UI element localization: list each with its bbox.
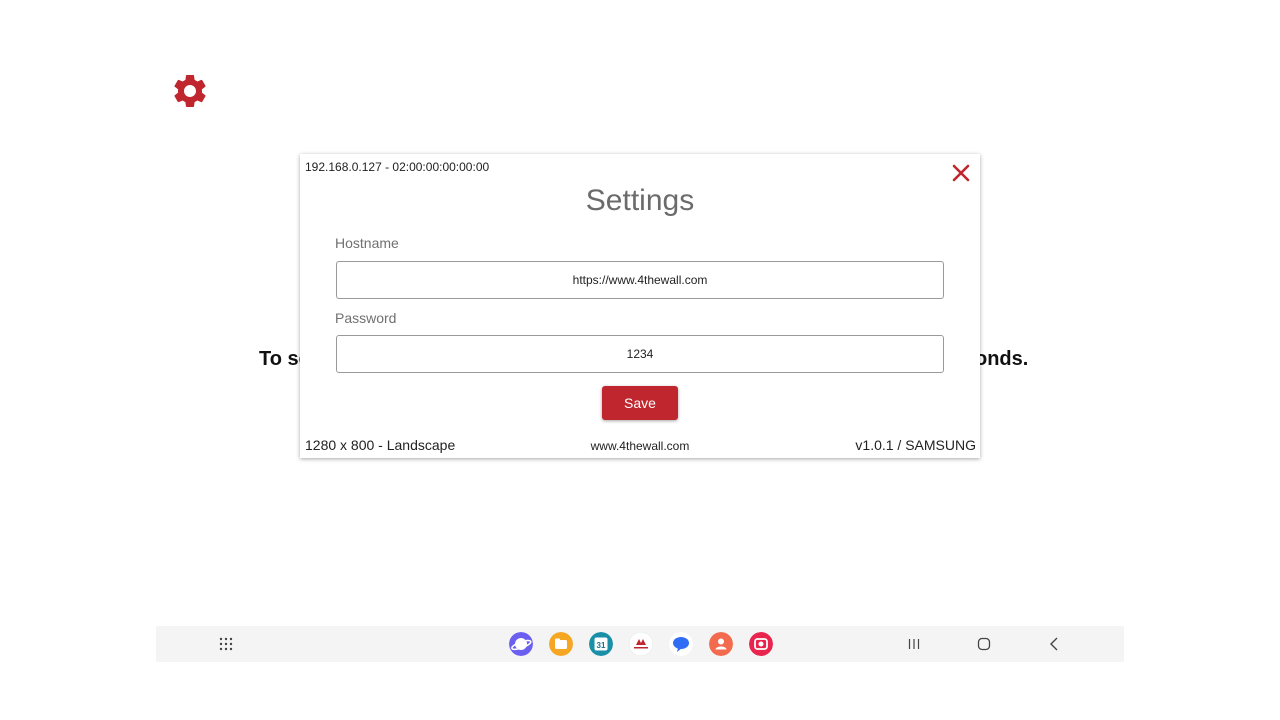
camera-app-icon[interactable] bbox=[749, 632, 773, 656]
messages-app-icon[interactable] bbox=[669, 632, 693, 656]
home-icon[interactable] bbox=[972, 632, 996, 656]
gear-icon[interactable] bbox=[170, 71, 210, 111]
contacts-app-icon[interactable] bbox=[709, 632, 733, 656]
back-icon[interactable] bbox=[1042, 632, 1066, 656]
version-text: v1.0.1 / SAMSUNG bbox=[855, 437, 976, 453]
background-message-end: onds. bbox=[975, 348, 1029, 370]
taskbar: 31 bbox=[156, 626, 1124, 662]
hostname-input[interactable] bbox=[336, 261, 944, 299]
internet-app-icon[interactable] bbox=[509, 632, 533, 656]
password-label: Password bbox=[335, 310, 397, 326]
calendar-day-text: 31 bbox=[597, 641, 606, 650]
settings-dialog: 192.168.0.127 - 02:00:00:00:00:00 Settin… bbox=[300, 154, 980, 458]
password-input[interactable] bbox=[336, 335, 944, 373]
my-files-app-icon[interactable] bbox=[549, 632, 573, 656]
recent-apps-icon[interactable] bbox=[902, 632, 926, 656]
app-drawer-icon[interactable] bbox=[214, 632, 238, 656]
save-button[interactable]: Save bbox=[602, 386, 678, 420]
4thewall-app-icon[interactable] bbox=[629, 632, 653, 656]
close-icon[interactable] bbox=[951, 163, 971, 183]
dialog-title: Settings bbox=[585, 184, 695, 217]
calendar-app-icon[interactable]: 31 bbox=[589, 632, 613, 656]
hostname-label: Hostname bbox=[335, 235, 399, 251]
network-info: 192.168.0.127 - 02:00:00:00:00:00 bbox=[305, 160, 490, 174]
